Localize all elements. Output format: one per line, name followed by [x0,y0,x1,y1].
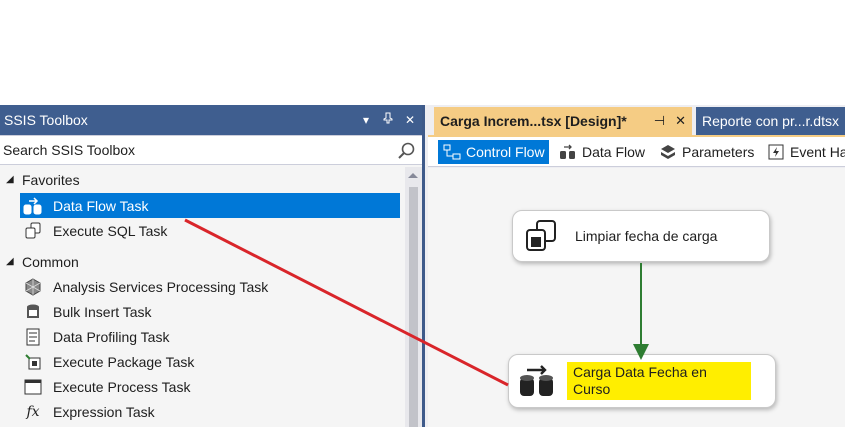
close-icon[interactable]: ✕ [675,107,686,135]
tab-label: Data Flow [582,144,646,160]
item-label: Analysis Services Processing Task [53,278,269,295]
toolbox-search [0,135,422,165]
group-label: Favorites [22,171,80,188]
tab-label: Event Ha [790,144,845,160]
tab-label: Reporte con pr...r.dtsx [702,113,839,129]
document-tabs: Carga Increm...tsx [Design]* ⊣ ✕ Reporte… [428,105,845,135]
item-label: Data Flow Task [53,197,149,214]
expression-icon: fx [26,403,40,420]
control-flow-canvas[interactable]: Limpiar fecha de carga Carga Data Fecha … [428,168,845,427]
execute-sql-task-icon [22,221,44,241]
group-common[interactable]: ◢ Common [0,249,405,274]
tab-carga-incremental[interactable]: Carga Increm...tsx [Design]* ⊣ ✕ [434,107,692,135]
tab-parameters[interactable]: Parameters [654,140,758,164]
item-label: Bulk Insert Task [53,303,152,320]
task-label: Carga Data Fecha en Curso [567,362,751,400]
item-label: Execute Process Task [53,378,191,395]
item-label: Execute SQL Task [53,222,168,239]
control-flow-icon [442,143,462,161]
tab-reporte[interactable]: Reporte con pr...r.dtsx [696,107,845,135]
toolbox-item-data-profiling[interactable]: Data Profiling Task [0,324,405,349]
scroll-up-icon[interactable] [408,173,418,178]
item-label: Data Profiling Task [53,328,170,345]
ide-window: SSIS Toolbox ▾ ✕ ◢ Favorites [0,105,845,427]
toolbox-list: ◢ Favorites Data Flow Task Execute SQL T… [0,167,405,427]
execute-sql-task-icon [519,214,563,258]
group-favorites[interactable]: ◢ Favorites [0,167,405,192]
data-flow-icon [558,143,578,161]
data-flow-task-icon [515,359,559,403]
toolbox-title: SSIS Toolbox [4,112,88,128]
task-carga-data-fecha[interactable]: Carga Data Fecha en Curso [508,354,776,408]
group-label: Common [22,253,79,270]
execute-process-icon [22,377,44,397]
toolbox-scrollbar[interactable] [405,167,422,427]
toolbox-item-expression[interactable]: fx Expression Task [0,399,405,424]
toolbox-item-execute-package[interactable]: Execute Package Task [0,349,405,374]
search-input[interactable] [0,136,390,164]
task-limpiar-fecha[interactable]: Limpiar fecha de carga [512,210,770,262]
parameters-icon [658,143,678,161]
tab-control-flow[interactable]: Control Flow [438,140,549,164]
tab-label: Control Flow [466,144,545,160]
toolbox-item-bulk-insert[interactable]: Bulk Insert Task [0,299,405,324]
item-label: Execute Package Task [53,353,195,370]
collapse-caret-icon[interactable]: ◢ [6,256,22,267]
designer-tab-strip: Control Flow Data Flow Parameters Event … [428,137,845,167]
tab-event-handlers[interactable]: Event Ha [762,140,845,164]
toolbox-title-bar: SSIS Toolbox ▾ ✕ [0,105,422,135]
collapse-caret-icon[interactable]: ◢ [6,174,22,185]
package-designer: Carga Increm...tsx [Design]* ⊣ ✕ Reporte… [428,105,845,427]
tab-data-flow[interactable]: Data Flow [554,140,649,164]
ssis-toolbox-panel: SSIS Toolbox ▾ ✕ ◢ Favorites [0,105,425,427]
scrollbar-thumb[interactable] [409,187,418,427]
toolbox-item-execute-sql-task[interactable]: Execute SQL Task [0,218,405,243]
dropdown-icon[interactable]: ▾ [360,105,372,135]
execute-package-icon [22,352,44,372]
item-label: Expression Task [53,403,155,420]
pin-icon[interactable]: ⊣ [654,107,665,135]
pin-icon[interactable] [382,105,394,135]
task-label: Limpiar fecha de carga [575,227,718,244]
toolbox-item-execute-process[interactable]: Execute Process Task [0,374,405,399]
close-icon[interactable]: ✕ [404,105,416,135]
tab-label: Carga Increm...tsx [Design]* [440,113,627,129]
data-profiling-icon [22,327,44,347]
toolbox-item-analysis-services[interactable]: Analysis Services Processing Task [0,274,405,299]
toolbox-item-data-flow-task[interactable]: Data Flow Task [20,193,400,218]
data-flow-task-icon [22,196,44,216]
event-handlers-icon [766,143,786,161]
tab-label: Parameters [682,144,755,160]
analysis-services-icon [22,277,44,297]
search-icon[interactable] [396,141,416,161]
bulk-insert-icon [22,302,44,322]
